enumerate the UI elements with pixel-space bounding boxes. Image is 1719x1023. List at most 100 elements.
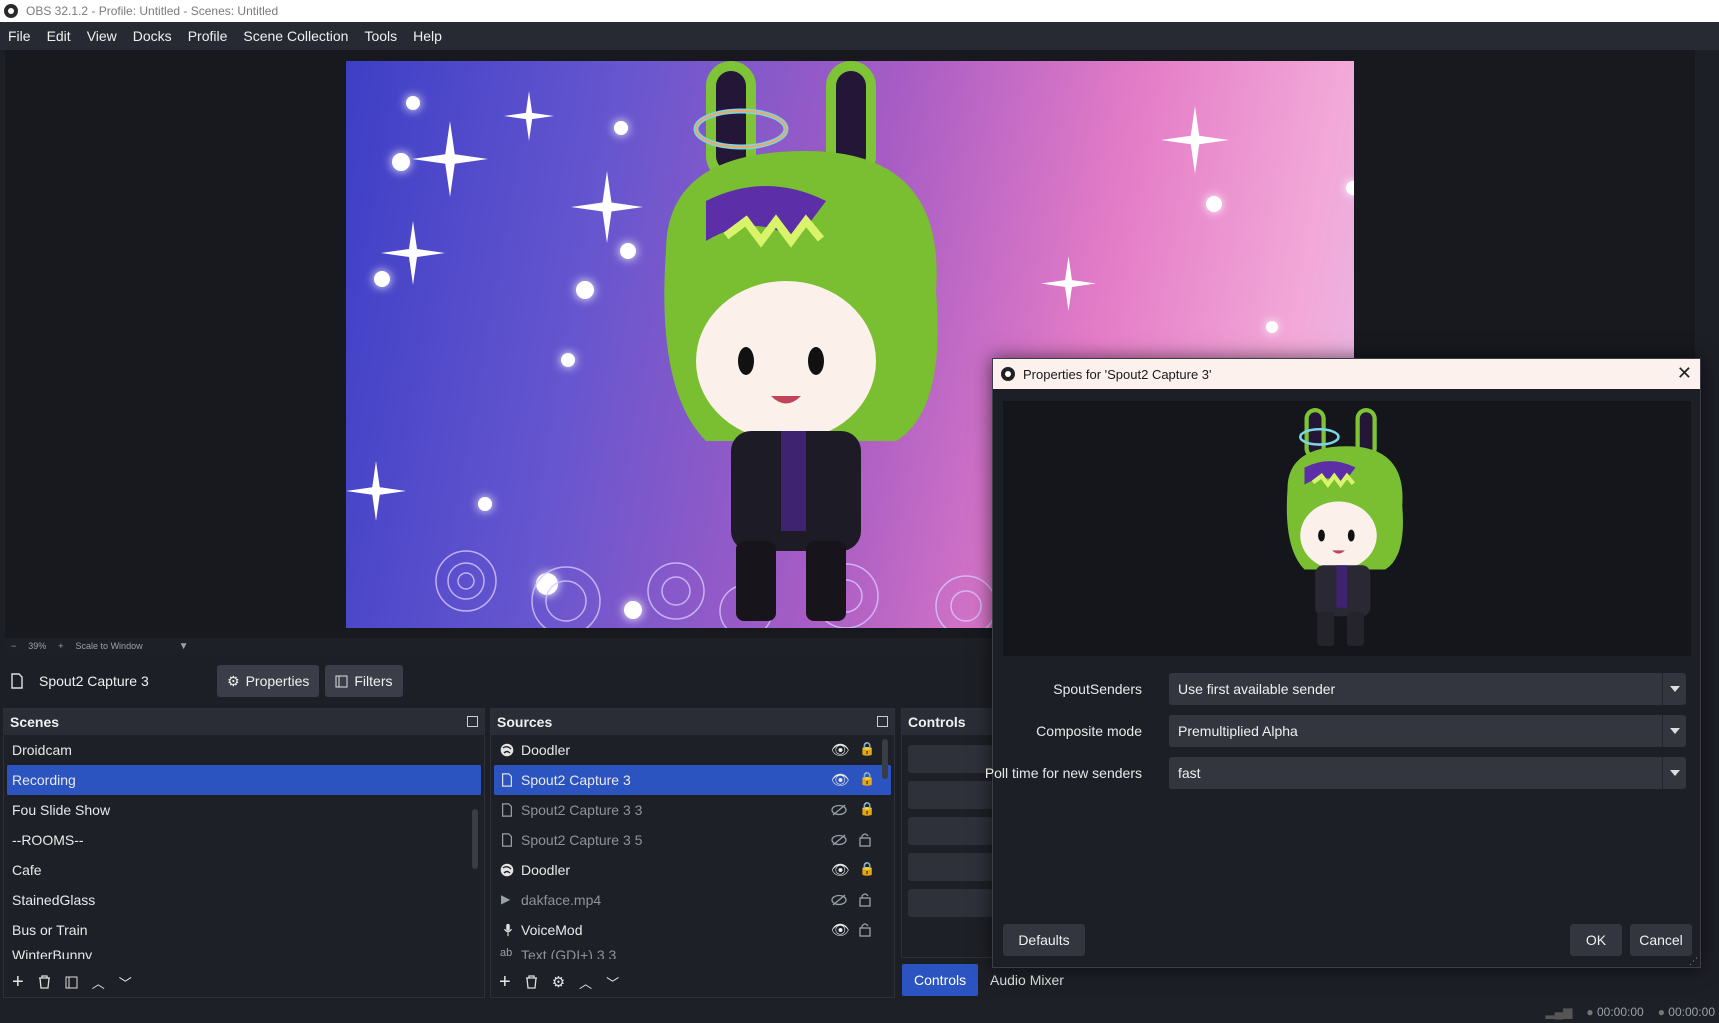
- menu-view[interactable]: View: [87, 28, 117, 44]
- source-item[interactable]: Doodler 👁 🔒: [491, 735, 894, 765]
- controls-dock-header: Controls: [902, 709, 1000, 735]
- composite-mode-select[interactable]: Premultiplied Alpha: [1169, 715, 1686, 747]
- property-label: SpoutSenders: [1053, 681, 1142, 697]
- defaults-button-label: Defaults: [1018, 932, 1070, 948]
- eye-hidden-icon[interactable]: [831, 834, 847, 846]
- zoom-out-button[interactable]: −: [11, 641, 16, 651]
- start-recording-button[interactable]: [908, 781, 994, 809]
- scene-item-rooms[interactable]: --ROOMS--: [4, 825, 484, 855]
- scene-item-droidcam[interactable]: Droidcam: [4, 735, 484, 765]
- source-item[interactable]: Spout2 Capture 3 3 🔒: [491, 795, 894, 825]
- eye-icon[interactable]: 👁: [831, 861, 850, 879]
- sources-toolbar: + ⚙ ︿ ﹀: [491, 967, 894, 997]
- start-streaming-button[interactable]: [908, 745, 994, 773]
- scene-item-fou-slide-show[interactable]: Fou Slide Show: [4, 795, 484, 825]
- menu-tools[interactable]: Tools: [364, 28, 397, 44]
- sparkle-dot: [406, 96, 420, 110]
- resize-grip-icon[interactable]: ⋰: [1689, 956, 1698, 967]
- scene-item-label: Fou Slide Show: [12, 802, 111, 818]
- eye-hidden-icon[interactable]: [831, 804, 847, 816]
- record-indicator-icon: ●: [1657, 1005, 1665, 1019]
- unlock-icon[interactable]: [859, 892, 871, 907]
- stream-status: ● 00:00:00: [1586, 1005, 1643, 1019]
- unlock-icon[interactable]: [859, 832, 871, 847]
- menu-scene-collection[interactable]: Scene Collection: [243, 28, 348, 44]
- add-scene-icon[interactable]: +: [12, 971, 24, 994]
- menu-file[interactable]: File: [8, 28, 31, 44]
- source-item[interactable]: VoiceMod 👁: [491, 915, 894, 945]
- source-item[interactable]: Doodler 👁 🔒: [491, 855, 894, 885]
- window-title: OBS 32.1.2 - Profile: Untitled - Scenes:…: [26, 4, 279, 18]
- eye-icon[interactable]: 👁: [831, 921, 850, 939]
- studio-mode-button[interactable]: [908, 853, 994, 881]
- ok-button[interactable]: OK: [1570, 924, 1622, 956]
- close-icon[interactable]: ✕: [1677, 363, 1692, 384]
- eye-icon[interactable]: 👁: [831, 771, 850, 789]
- move-scene-up-icon[interactable]: ︿: [92, 973, 105, 992]
- sparkle-dot: [561, 353, 575, 367]
- lock-icon[interactable]: 🔒: [859, 771, 875, 787]
- text-icon: ab: [500, 947, 513, 959]
- character-avatar-image: [1286, 408, 1403, 647]
- add-source-icon[interactable]: +: [499, 971, 511, 994]
- defaults-button[interactable]: Defaults: [1003, 924, 1085, 956]
- zoom-in-button[interactable]: +: [58, 641, 63, 651]
- source-item[interactable]: ab Text (GDI+) 3 3: [491, 945, 894, 959]
- tab-audio-mixer[interactable]: Audio Mixer: [978, 964, 1076, 996]
- scenes-scrollbar[interactable]: [472, 809, 478, 869]
- sources-dock-title: Sources: [497, 714, 553, 730]
- source-item-label: Doodler: [521, 742, 571, 758]
- undock-icon[interactable]: [877, 716, 888, 727]
- scene-item-recording[interactable]: Recording: [7, 765, 481, 795]
- cancel-button[interactable]: Cancel: [1630, 924, 1692, 956]
- scale-mode-dropdown-icon[interactable]: ▼: [179, 641, 189, 652]
- virtual-camera-button[interactable]: [908, 817, 994, 845]
- filters-button[interactable]: Filters: [325, 665, 403, 697]
- scene-item-winterbunny[interactable]: WinterBunny: [4, 945, 484, 959]
- source-settings-gear-icon[interactable]: ⚙: [552, 973, 565, 991]
- move-source-up-icon[interactable]: ︿: [579, 973, 592, 992]
- remove-scene-icon[interactable]: [38, 975, 51, 989]
- source-list: Doodler 👁 🔒 Spout2 Capture 3 👁 🔒 Spout2 …: [491, 735, 894, 959]
- menu-profile[interactable]: Profile: [188, 28, 228, 44]
- dialog-titlebar: Properties for 'Spout2 Capture 3' ✕: [993, 359, 1700, 389]
- source-item-label: dakface.mp4: [521, 892, 602, 908]
- settings-button[interactable]: [908, 889, 994, 917]
- source-item-label: Doodler: [521, 862, 571, 878]
- record-status: ● 00:00:00: [1658, 1005, 1715, 1019]
- sparkle-dot: [576, 281, 594, 299]
- scene-item-bus-or-train[interactable]: Bus or Train: [4, 915, 484, 945]
- sparkle-decoration: [1161, 106, 1229, 174]
- properties-button[interactable]: ⚙ Properties: [217, 665, 320, 697]
- source-item[interactable]: Spout2 Capture 3 5: [491, 825, 894, 855]
- menu-docks[interactable]: Docks: [133, 28, 172, 44]
- stream-indicator-icon: ●: [1586, 1005, 1594, 1019]
- tab-controls[interactable]: Controls: [902, 964, 979, 996]
- source-item[interactable]: ▶ dakface.mp4: [491, 885, 894, 915]
- unlock-icon[interactable]: [859, 922, 871, 937]
- scene-item-stainedglass[interactable]: StainedGlass: [4, 885, 484, 915]
- poll-time-select[interactable]: fast: [1169, 757, 1686, 789]
- spoutsenders-select[interactable]: Use first available sender: [1169, 673, 1686, 705]
- scale-mode-label[interactable]: Scale to Window: [76, 641, 143, 651]
- lock-icon[interactable]: 🔒: [859, 741, 875, 757]
- eye-icon[interactable]: 👁: [831, 741, 850, 759]
- status-bar: ▂▄▆ ● 00:00:00 ● 00:00:00: [0, 1001, 1719, 1023]
- character-avatar-image: [664, 61, 938, 621]
- source-item-label: VoiceMod: [521, 922, 583, 938]
- scene-filters-icon[interactable]: [65, 976, 78, 989]
- lock-icon[interactable]: 🔒: [859, 801, 875, 817]
- move-source-down-icon[interactable]: ﹀: [606, 973, 619, 992]
- scene-item-cafe[interactable]: Cafe: [4, 855, 484, 885]
- remove-source-icon[interactable]: [525, 975, 538, 989]
- eye-hidden-icon[interactable]: [831, 894, 847, 906]
- menu-edit[interactable]: Edit: [47, 28, 71, 44]
- move-scene-down-icon[interactable]: ﹀: [119, 973, 132, 992]
- chevron-down-icon: [1662, 715, 1686, 747]
- lock-icon[interactable]: 🔒: [859, 861, 875, 877]
- microphone-icon: [504, 923, 512, 937]
- menu-help[interactable]: Help: [413, 28, 442, 44]
- source-item[interactable]: Spout2 Capture 3 👁 🔒: [494, 765, 891, 795]
- undock-icon[interactable]: [467, 716, 478, 727]
- sources-scrollbar[interactable]: [882, 739, 888, 779]
